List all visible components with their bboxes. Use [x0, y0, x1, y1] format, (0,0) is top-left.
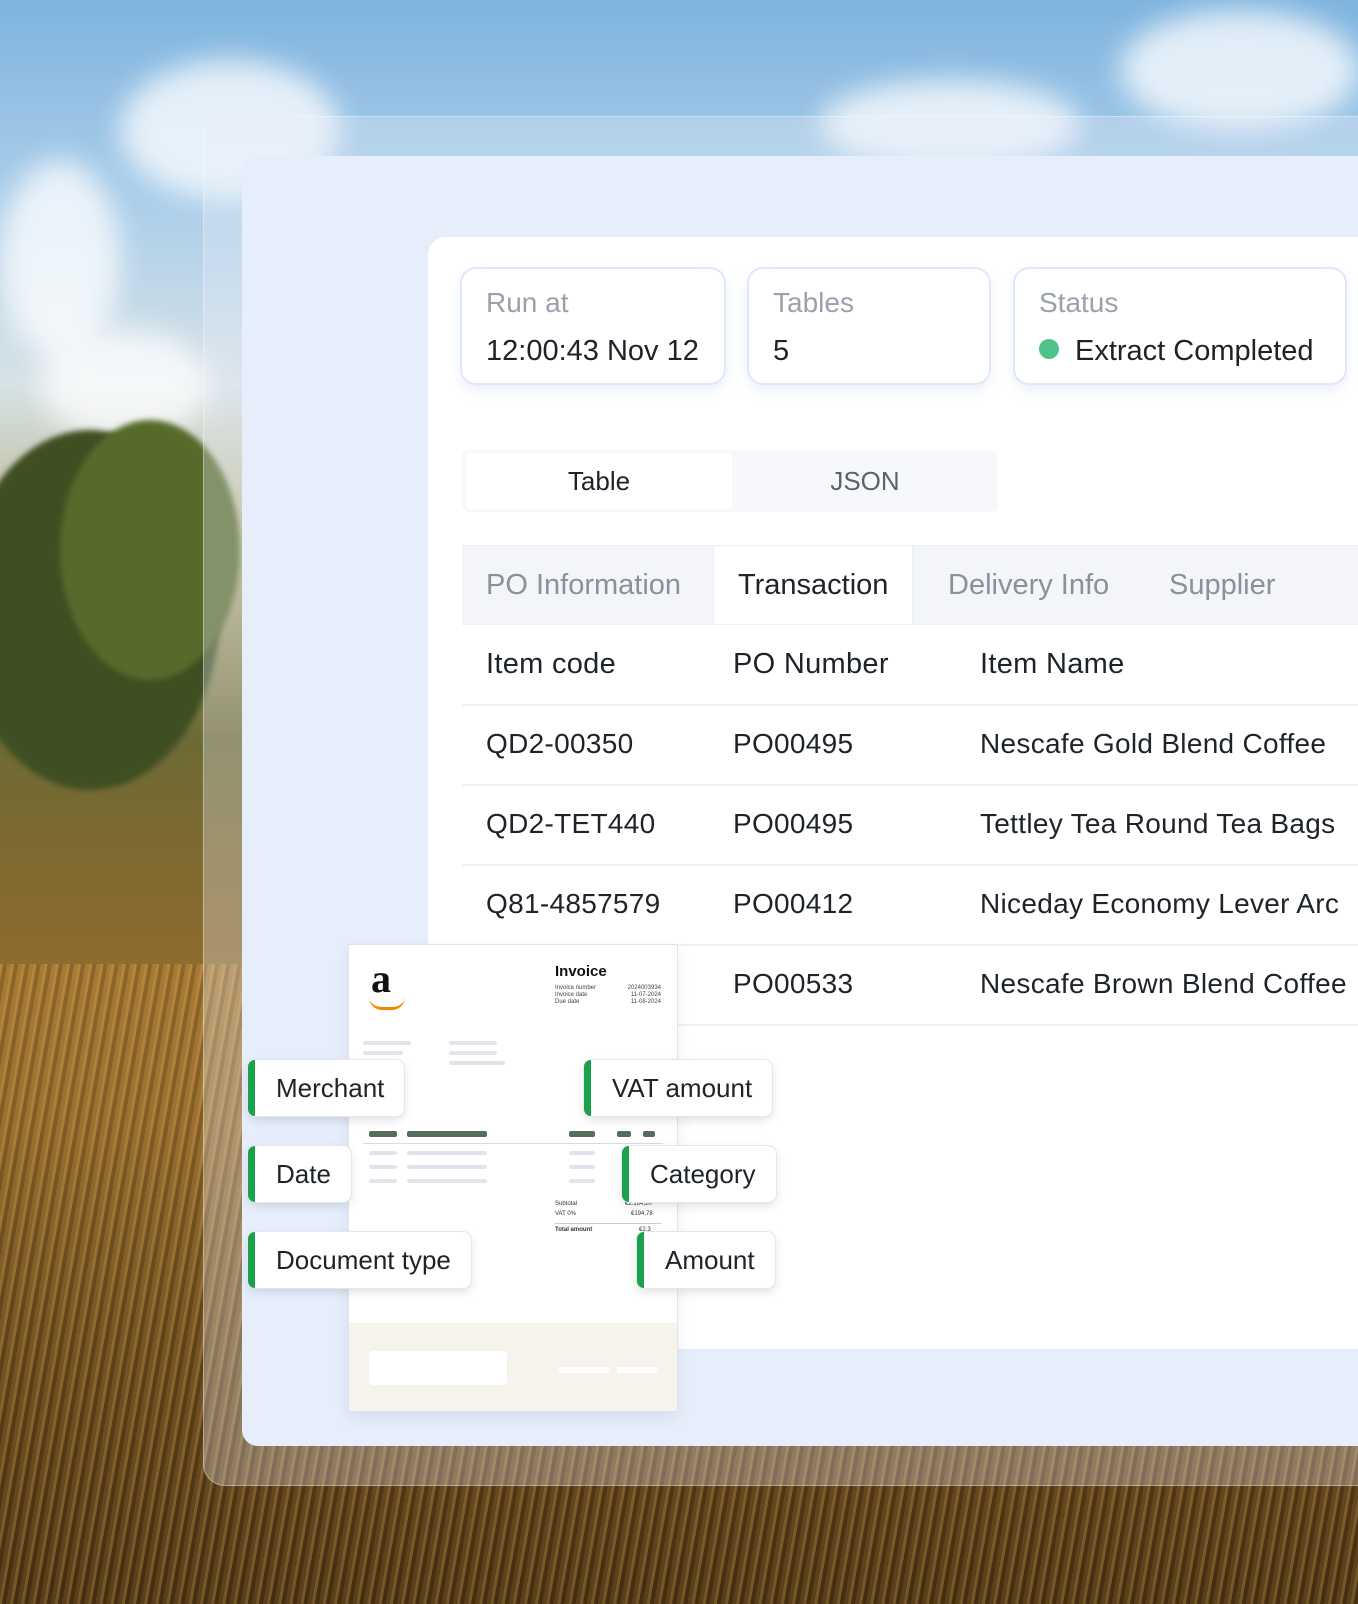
tab-supplier[interactable]: Supplier	[1169, 546, 1275, 624]
tables-label: Tables	[773, 287, 854, 318]
field-chip-date[interactable]: Date	[248, 1146, 351, 1202]
cell-item-name: Nescafe Gold Blend Coffee	[980, 728, 1327, 759]
tables-card: Tables 5	[749, 269, 989, 383]
column-header-item-code[interactable]: Item code	[486, 624, 616, 704]
table-row[interactable]: QD2-00350 PO00495 Nescafe Gold Blend Cof…	[462, 704, 1358, 786]
invoice-meta-labels: Invoice number Invoice date Due date	[555, 985, 597, 1005]
status-value-wrap: Extract Completed	[1039, 335, 1314, 368]
cell-item-name: Tettley Tea Round Tea Bags	[980, 808, 1336, 839]
tab-delivery-info[interactable]: Delivery Info	[948, 546, 1109, 624]
cell-po-number: PO00495	[733, 728, 854, 759]
field-chip-amount[interactable]: Amount	[637, 1232, 775, 1288]
column-header-po-number[interactable]: PO Number	[733, 624, 889, 704]
cell-po-number: PO00533	[733, 968, 854, 999]
cell-item-name: Nescafe Brown Blend Coffee	[980, 968, 1347, 999]
status-dot-icon	[1039, 339, 1059, 360]
tables-value: 5	[773, 335, 790, 367]
run-at-value: 12:00:43 Nov 12	[486, 335, 699, 367]
invoice-title: Invoice	[555, 963, 607, 980]
field-chip-category[interactable]: Category	[622, 1146, 776, 1202]
cell-item-code: QD2-00350	[486, 728, 634, 759]
field-chip-merchant[interactable]: Merchant	[248, 1060, 405, 1116]
table-header-row: Item code PO Number Item Name	[462, 624, 1358, 706]
table-tabs: PO Information Transaction Delivery Info…	[462, 545, 1358, 625]
amazon-smile-icon	[369, 997, 405, 1010]
field-chip-document-type[interactable]: Document type	[248, 1232, 471, 1288]
status-value: Extract Completed	[1075, 335, 1314, 367]
column-header-item-name[interactable]: Item Name	[980, 624, 1125, 704]
status-label: Status	[1039, 287, 1119, 318]
tab-po-information[interactable]: PO Information	[486, 546, 681, 624]
view-toggle: Table JSON	[462, 450, 998, 512]
run-at-card: Run at 12:00:43 Nov 12	[462, 269, 724, 383]
invoice-meta-values: 2024003934 11-07-2024 11-08-2024	[627, 985, 661, 1005]
toggle-json[interactable]: JSON	[732, 450, 998, 512]
cell-item-name: Niceday Economy Lever Arc	[980, 888, 1340, 919]
table-row[interactable]: QD2-TET440 PO00495 Tettley Tea Round Tea…	[462, 784, 1358, 866]
amazon-logo: a	[371, 956, 391, 1001]
cell-po-number: PO00412	[733, 888, 854, 919]
cell-item-code: QD2-TET440	[486, 808, 656, 839]
invoice-footer	[349, 1323, 677, 1411]
status-card: Status Extract Completed	[1015, 269, 1345, 383]
run-at-label: Run at	[486, 287, 569, 318]
field-chip-vat-amount[interactable]: VAT amount	[584, 1060, 773, 1116]
cell-item-code: Q81-4857579	[486, 888, 661, 919]
table-row[interactable]: Q81-4857579 PO00412 Niceday Economy Leve…	[462, 864, 1358, 946]
tab-transaction[interactable]: Transaction	[713, 546, 914, 624]
toggle-table[interactable]: Table	[466, 453, 732, 509]
cell-po-number: PO00495	[733, 808, 854, 839]
